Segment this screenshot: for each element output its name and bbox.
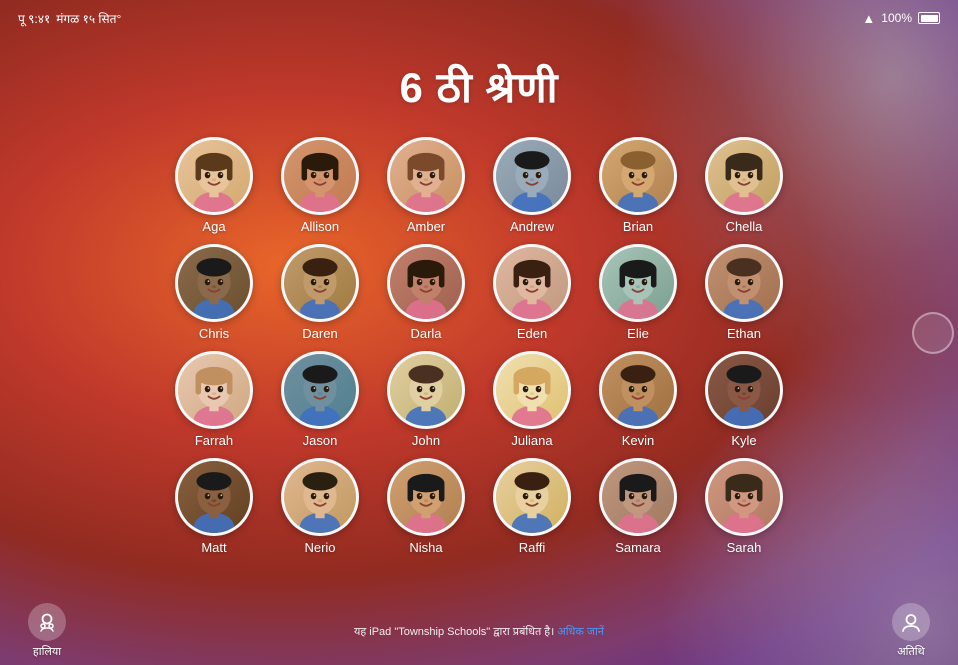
student-name-john: John — [412, 433, 440, 448]
student-name-jason: Jason — [303, 433, 338, 448]
avatar-amber — [387, 137, 465, 215]
student-item-eden[interactable]: Eden — [488, 244, 576, 341]
bottom-info: यह iPad "Township Schools" द्वारा प्रबंध… — [354, 624, 604, 639]
student-item-andrew[interactable]: Andrew — [488, 137, 576, 234]
student-item-ethan[interactable]: Ethan — [700, 244, 788, 341]
battery-fill — [921, 15, 938, 22]
class-title: 6 ठी श्रेणी — [400, 58, 559, 115]
student-name-kevin: Kevin — [622, 433, 655, 448]
avatar-allison — [281, 137, 359, 215]
student-item-sarah[interactable]: Sarah — [700, 458, 788, 555]
student-name-ethan: Ethan — [727, 326, 761, 341]
student-name-darla: Darla — [410, 326, 441, 341]
recent-icon — [28, 603, 66, 641]
student-name-eden: Eden — [517, 326, 547, 341]
student-item-brian[interactable]: Brian — [594, 137, 682, 234]
student-item-jason[interactable]: Jason — [276, 351, 364, 448]
student-name-matt: Matt — [201, 540, 226, 555]
student-name-sarah: Sarah — [727, 540, 762, 555]
student-item-amber[interactable]: Amber — [382, 137, 470, 234]
student-item-nerio[interactable]: Nerio — [276, 458, 364, 555]
avatar-raffi — [493, 458, 571, 536]
student-name-amber: Amber — [407, 219, 445, 234]
avatar-chris — [175, 244, 253, 322]
student-name-brian: Brian — [623, 219, 653, 234]
avatar-eden — [493, 244, 571, 322]
student-name-kyle: Kyle — [731, 433, 756, 448]
avatar-ethan — [705, 244, 783, 322]
avatar-john — [387, 351, 465, 429]
battery-icon — [918, 12, 940, 24]
student-item-elie[interactable]: Elie — [594, 244, 682, 341]
battery-percent: 100% — [881, 11, 912, 25]
managed-text: यह iPad "Township Schools" द्वारा प्रबंध… — [354, 626, 554, 638]
student-name-nerio: Nerio — [304, 540, 335, 555]
guest-icon — [892, 603, 930, 641]
home-button[interactable] — [912, 312, 954, 354]
avatar-kyle — [705, 351, 783, 429]
avatar-brian — [599, 137, 677, 215]
learn-more-link[interactable]: अधिक जानें — [557, 626, 604, 638]
student-item-john[interactable]: John — [382, 351, 470, 448]
student-item-juliana[interactable]: Juliana — [488, 351, 576, 448]
status-bar: पू ९:४१ मंगळ १५ सित° ▲ 100% — [0, 0, 958, 36]
avatar-aga — [175, 137, 253, 215]
avatar-chella — [705, 137, 783, 215]
avatar-farrah — [175, 351, 253, 429]
avatar-daren — [281, 244, 359, 322]
status-time: पू ९:४१ — [18, 10, 50, 27]
avatar-andrew — [493, 137, 571, 215]
status-date: मंगळ १५ सित° — [56, 10, 121, 27]
status-right: ▲ 100% — [862, 11, 940, 26]
avatar-darla — [387, 244, 465, 322]
guest-button[interactable]: अतिथि — [892, 603, 930, 659]
student-item-kevin[interactable]: Kevin — [594, 351, 682, 448]
bottom-bar: हालिया यह iPad "Township Schools" द्वारा… — [0, 597, 958, 665]
student-name-farrah: Farrah — [195, 433, 233, 448]
student-name-elie: Elie — [627, 326, 649, 341]
student-item-allison[interactable]: Allison — [276, 137, 364, 234]
student-item-matt[interactable]: Matt — [170, 458, 258, 555]
student-name-andrew: Andrew — [510, 219, 554, 234]
student-name-raffi: Raffi — [519, 540, 546, 555]
wifi-icon: ▲ — [862, 11, 875, 26]
student-name-chella: Chella — [726, 219, 763, 234]
student-name-chris: Chris — [199, 326, 229, 341]
avatar-nisha — [387, 458, 465, 536]
avatar-nerio — [281, 458, 359, 536]
avatar-elie — [599, 244, 677, 322]
avatar-jason — [281, 351, 359, 429]
student-item-raffi[interactable]: Raffi — [488, 458, 576, 555]
students-grid: Aga Allison Amber Andrew Brian Chella Chris Dar… — [170, 137, 788, 555]
avatar-sarah — [705, 458, 783, 536]
student-item-aga[interactable]: Aga — [170, 137, 258, 234]
student-name-nisha: Nisha — [409, 540, 442, 555]
student-name-aga: Aga — [202, 219, 225, 234]
student-item-darla[interactable]: Darla — [382, 244, 470, 341]
student-item-daren[interactable]: Daren — [276, 244, 364, 341]
student-item-kyle[interactable]: Kyle — [700, 351, 788, 448]
avatar-kevin — [599, 351, 677, 429]
student-name-juliana: Juliana — [511, 433, 552, 448]
main-content: 6 ठी श्रेणी Aga Allison Amber Andrew Brian Ch… — [0, 36, 958, 665]
student-name-daren: Daren — [302, 326, 337, 341]
recent-button[interactable]: हालिया — [28, 603, 66, 659]
guest-label: अतिथि — [897, 644, 924, 659]
avatar-matt — [175, 458, 253, 536]
avatar-samara — [599, 458, 677, 536]
student-name-allison: Allison — [301, 219, 339, 234]
student-item-farrah[interactable]: Farrah — [170, 351, 258, 448]
student-item-chris[interactable]: Chris — [170, 244, 258, 341]
student-item-nisha[interactable]: Nisha — [382, 458, 470, 555]
avatar-juliana — [493, 351, 571, 429]
student-name-samara: Samara — [615, 540, 661, 555]
student-item-chella[interactable]: Chella — [700, 137, 788, 234]
recent-label: हालिया — [33, 644, 61, 659]
student-item-samara[interactable]: Samara — [594, 458, 682, 555]
status-left: पू ९:४१ मंगळ १५ सित° — [18, 10, 121, 27]
